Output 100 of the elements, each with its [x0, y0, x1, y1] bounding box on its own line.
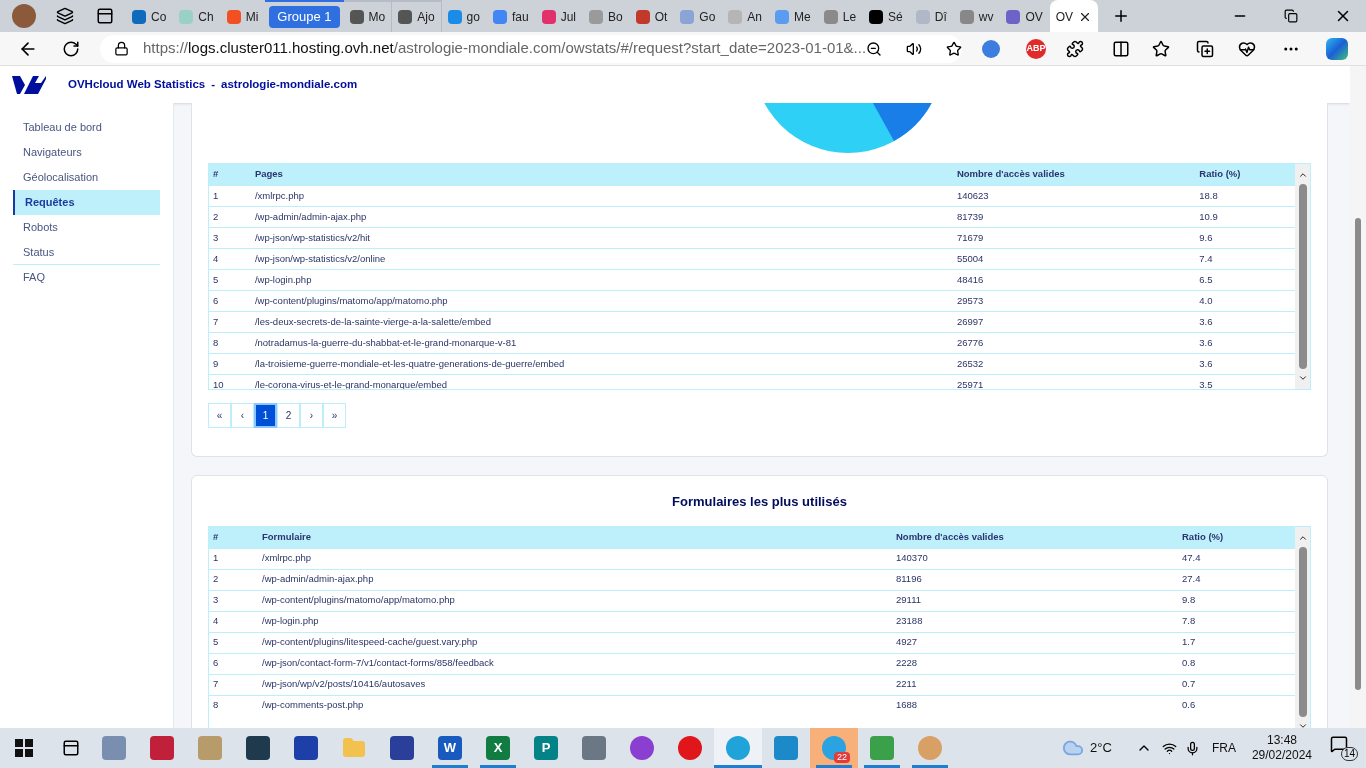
notification-badge: 22: [834, 752, 850, 763]
site-domain: astrologie-mondiale.com: [221, 76, 358, 92]
page-scrollbar[interactable]: [1350, 66, 1366, 728]
table-cell-text: 0.8: [1181, 656, 1197, 671]
extension-badge[interactable]: ABP: [1026, 38, 1046, 59]
scroll-down-icon[interactable]: [1297, 373, 1308, 383]
section-title: Formulaires les plus utilisés: [671, 493, 848, 511]
table-cell-text: 26532: [955, 356, 985, 371]
task-view-icon[interactable]: [62, 739, 80, 757]
column-header: #: [212, 167, 220, 182]
taskbar-app[interactable]: X: [474, 728, 522, 768]
language-indicator[interactable]: FRA: [1211, 739, 1236, 757]
profile-avatar[interactable]: [12, 4, 36, 28]
pagination-button[interactable]: «: [208, 403, 231, 428]
column-header: Ratio (%): [1181, 529, 1225, 544]
app-icon: P: [534, 736, 558, 760]
table-cell-text: 1: [212, 551, 220, 566]
favorite-icon[interactable]: [946, 40, 963, 57]
table-cell-text: 26776: [955, 335, 985, 350]
restore-icon[interactable]: [1284, 9, 1298, 23]
table-cell-text: 2211: [895, 677, 918, 692]
table-cell-text: /notradamus-la-guerre-du-shabbat-et-le-grand-monarque-v-81: [253, 335, 518, 350]
pagination-button[interactable]: ‹: [231, 403, 254, 428]
table-cell-text: /wp-content/plugins/matomo/app/matomo.php: [253, 293, 449, 308]
zoom-out-icon[interactable]: [866, 40, 883, 57]
sidebar-item[interactable]: Robots: [13, 215, 160, 240]
table-cell-text: /wp-json/wp-statistics/v2/online: [253, 251, 387, 266]
sidebar-item[interactable]: FAQ: [13, 265, 160, 290]
microphone-icon[interactable]: [1184, 740, 1200, 756]
app-icon: X: [486, 736, 510, 760]
sidebar-item[interactable]: Requêtes: [13, 190, 160, 215]
table-cell-text: 29111: [895, 593, 922, 608]
address-field[interactable]: https://logs.cluster011.hosting.ovh.net/astrologie-mondiale.com/owstats/#/request?start_date=2023-01-01&...: [100, 34, 962, 63]
sidebar-item[interactable]: Tableau de bord: [13, 115, 160, 140]
scrollbar[interactable]: [1295, 526, 1310, 728]
table-cell-text: 9.6: [1198, 230, 1214, 245]
table-cell-text: 10.9: [1198, 209, 1219, 224]
table-cell-text: 8: [212, 335, 220, 350]
table-cell-text: 3: [212, 593, 220, 608]
extension-icon[interactable]: [982, 39, 1000, 58]
table-cell-text: 6: [212, 656, 220, 671]
table-cell-text: 0.6: [1181, 698, 1197, 713]
tab-actions-icon[interactable]: [96, 7, 114, 25]
table-cell-text: 7.8: [1181, 614, 1197, 629]
table-cell-text: 9.8: [1181, 593, 1197, 608]
column-header: #: [212, 529, 220, 544]
wifi-icon[interactable]: [1161, 740, 1177, 756]
table-cell-text: 5: [212, 272, 220, 287]
table-cell-text: 1688: [895, 698, 919, 713]
table-cell-text: 2: [212, 209, 220, 224]
table-cell-text: 18.8: [1198, 188, 1219, 203]
table-cell-text: /wp-admin/admin-ajax.php: [261, 572, 375, 587]
browser-tab[interactable]: OV: [1049, 0, 1099, 32]
pagination-button[interactable]: »: [323, 403, 346, 428]
table-cell-text: 9: [212, 356, 220, 371]
browser-tab[interactable]: Mo: [343, 0, 393, 32]
table-cell-text: 7: [212, 314, 220, 329]
table-cell-text: 3.5: [1198, 377, 1214, 389]
browser-tab[interactable]: Ajo: [392, 0, 442, 32]
table-cell-text: 25971: [955, 377, 985, 389]
clock-time[interactable]: 13:48: [1266, 733, 1297, 748]
table-cell-text: 8: [212, 698, 220, 713]
favorites-icon[interactable]: [1152, 39, 1170, 58]
table-cell-text: /wp-admin/admin-ajax.php: [253, 209, 368, 224]
pagination-button[interactable]: 2: [277, 403, 300, 428]
table-cell-text: /wp-json/contact-form-7/v1/contact-forms/858/feedback: [261, 656, 495, 671]
table-cell-text: /wp-content/plugins/matomo/app/matomo.php: [261, 593, 456, 608]
extensions-icon[interactable]: [1066, 39, 1084, 58]
weather-temperature[interactable]: 2°C: [1090, 738, 1112, 758]
split-screen-icon[interactable]: [1112, 39, 1130, 58]
collections-icon[interactable]: [1196, 39, 1214, 58]
reload-icon[interactable]: [62, 39, 80, 58]
taskbar-app[interactable]: P: [522, 728, 570, 768]
sidebar-item[interactable]: Géolocalisation: [13, 165, 160, 190]
taskbar-app[interactable]: 22: [810, 728, 858, 768]
copilot-icon[interactable]: [1326, 37, 1348, 60]
pagination-button[interactable]: 1: [254, 403, 277, 428]
windows-start-icon[interactable]: [15, 739, 33, 757]
table-cell-text: 7: [212, 677, 220, 692]
clock-date[interactable]: 29/02/2024: [1251, 748, 1312, 763]
scrollbar[interactable]: [1295, 164, 1310, 389]
table-cell-text: 55004: [955, 251, 985, 266]
table-cell-text: 71679: [955, 230, 985, 245]
pagination-button[interactable]: ›: [300, 403, 323, 428]
title-separator: -: [211, 76, 216, 92]
performance-icon[interactable]: [1238, 39, 1256, 58]
read-aloud-icon[interactable]: [906, 40, 923, 57]
table-cell-text: 27.4: [1181, 572, 1202, 587]
taskbar-app[interactable]: W: [426, 728, 474, 768]
scroll-up-icon[interactable]: [1297, 170, 1308, 180]
workspaces-icon[interactable]: [56, 7, 74, 25]
table-cell-text: 29573: [955, 293, 985, 308]
table-cell-text: 4.0: [1198, 293, 1214, 308]
sidebar-item[interactable]: Status: [13, 240, 160, 265]
table-cell-text: /wp-login.php: [261, 614, 320, 629]
tab-group-label[interactable]: Groupe 1: [269, 6, 340, 28]
site-title: OVHcloud Web Statistics: [68, 76, 206, 92]
table-cell-text: 4: [212, 614, 220, 629]
sidebar-item[interactable]: Navigateurs: [13, 140, 160, 165]
table-cell-text: 47.4: [1181, 551, 1202, 566]
